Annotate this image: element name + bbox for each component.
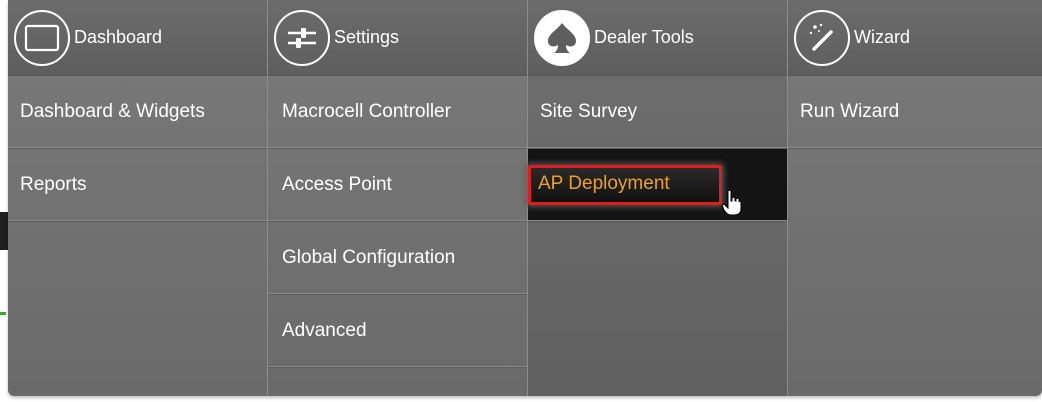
menu-column-dashboard: Dashboard Dashboard & Widgets Reports	[8, 0, 268, 396]
underlying-green-mark	[0, 312, 6, 315]
menu-header-label: Dashboard	[74, 27, 163, 47]
menu-item-dashboard-widgets[interactable]: Dashboard & Widgets	[8, 76, 267, 149]
underlying-page-edge	[0, 0, 8, 402]
menu-header-wizard[interactable]: Wizard	[788, 0, 1042, 76]
monitor-icon	[14, 9, 70, 66]
spade-icon	[534, 9, 590, 66]
menu-item-global-configuration[interactable]: Global Configuration	[268, 222, 527, 295]
menu-header-label: Dealer Tools	[594, 27, 694, 47]
menu-column-settings: Settings Macrocell Controller Access Poi…	[268, 0, 528, 396]
menu-header-label: Wizard	[854, 27, 911, 47]
screen: Dashboard Dashboard & Widgets Reports Se	[0, 0, 1042, 402]
menu-item-advanced[interactable]: Advanced	[268, 295, 527, 368]
menu-header-dashboard[interactable]: Dashboard	[8, 0, 267, 76]
menu-item-run-wizard[interactable]: Run Wizard	[788, 76, 1042, 149]
menu-item-site-survey[interactable]: Site Survey	[528, 76, 787, 149]
magic-wand-icon	[794, 9, 850, 66]
menu-header-settings[interactable]: Settings	[268, 0, 527, 76]
menu-item-access-point[interactable]: Access Point	[268, 149, 527, 222]
menu-column-dealer-tools: Dealer Tools Site Survey AP Deployment	[528, 0, 788, 396]
underlying-dark-strip	[0, 212, 8, 250]
menu-item-reports[interactable]: Reports	[8, 149, 267, 222]
hand-pointer-icon	[722, 189, 742, 216]
mega-menu: Dashboard Dashboard & Widgets Reports Se	[8, 0, 1042, 396]
menu-item-macrocell-controller[interactable]: Macrocell Controller	[268, 76, 527, 149]
menu-column-wizard: Wizard Run Wizard	[788, 0, 1042, 396]
menu-header-label: Settings	[334, 27, 400, 47]
menu-item-ap-deployment[interactable]: AP Deployment	[528, 149, 787, 222]
menu-header-dealer-tools[interactable]: Dealer Tools	[528, 0, 787, 76]
menu-item-label: AP Deployment	[538, 173, 670, 194]
sliders-icon	[274, 9, 330, 66]
